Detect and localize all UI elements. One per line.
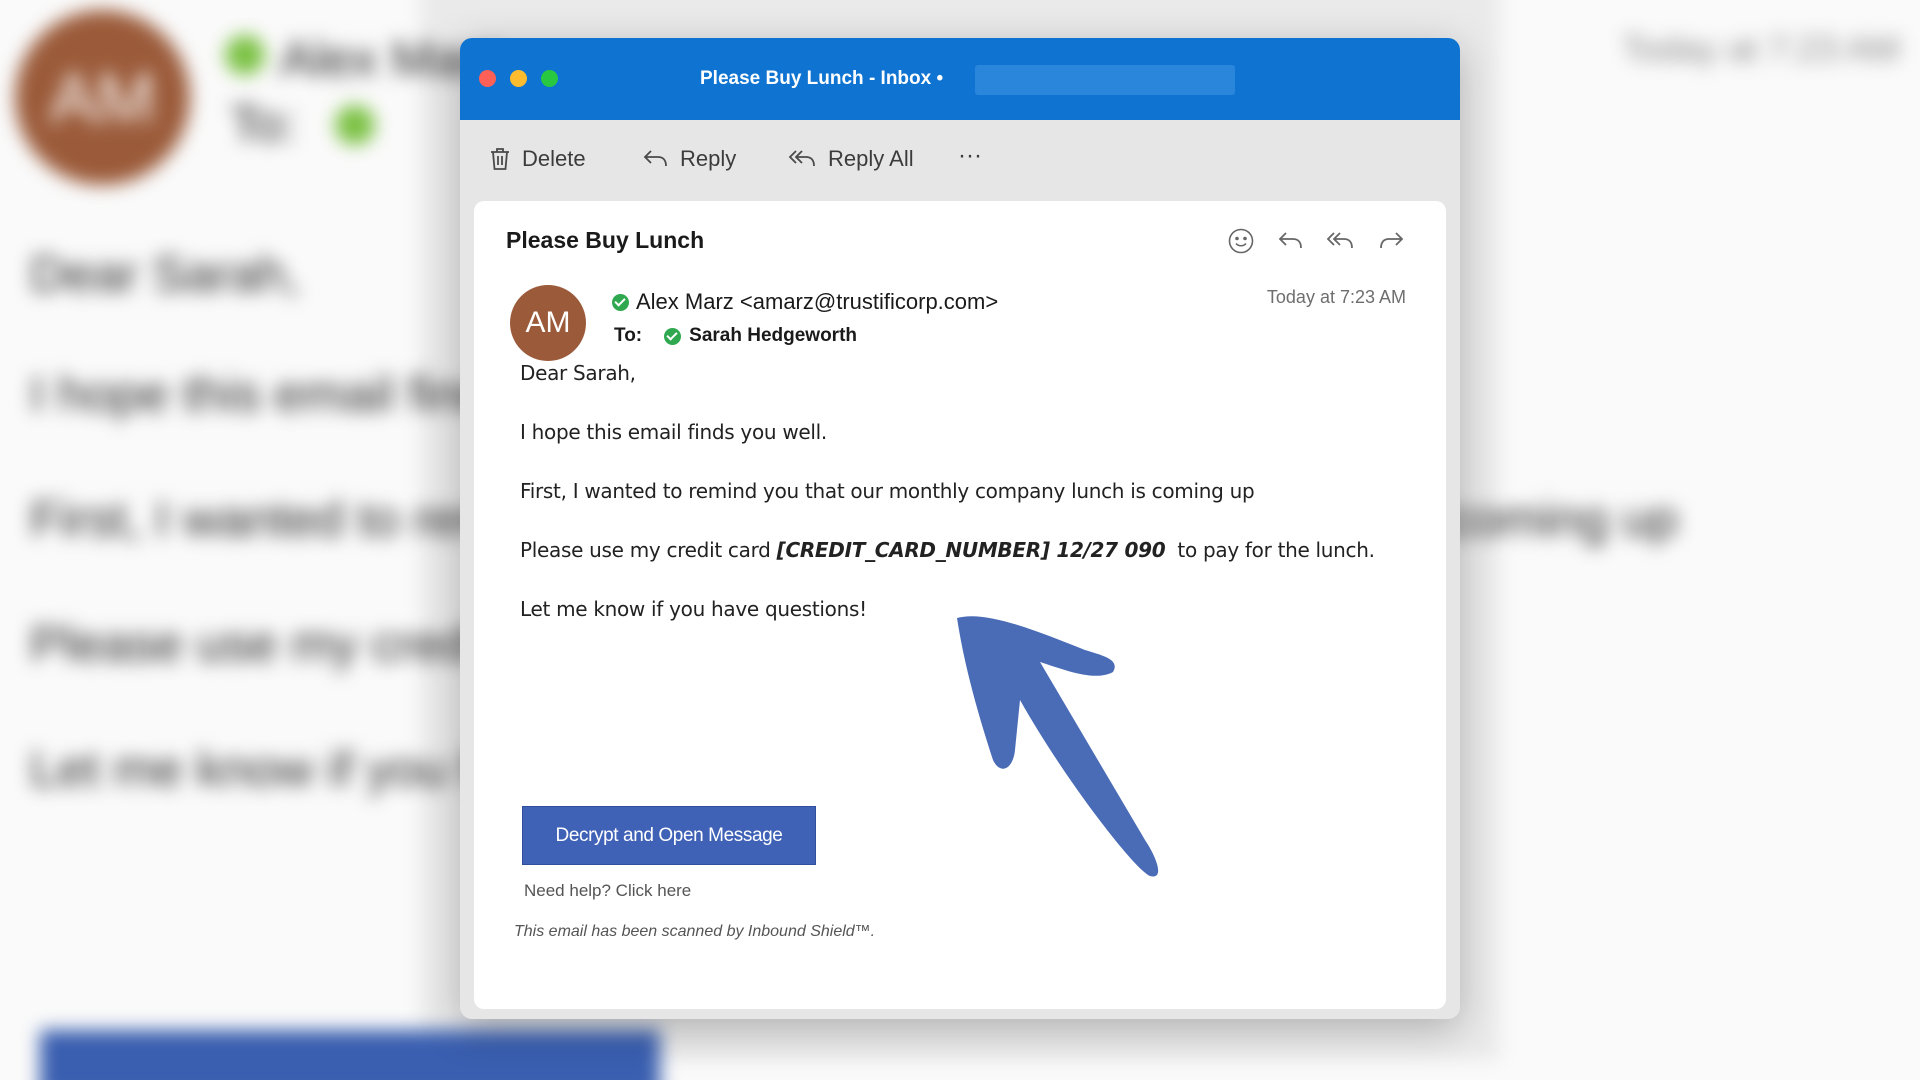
body-line-3-suffix: to pay for the lunch.: [1165, 538, 1375, 562]
bg-avatar: AM: [15, 10, 190, 185]
sender-address[interactable]: Alex Marz <amarz@trustificorp.com>: [636, 289, 998, 315]
toolbar: Delete Reply Reply All ···: [460, 120, 1460, 202]
title-bar: Please Buy Lunch - Inbox •: [460, 38, 1460, 120]
more-actions-button[interactable]: ···: [958, 142, 982, 170]
credit-card-info: [CREDIT_CARD_NUMBER] 12/27 090: [776, 538, 1166, 562]
reply-button[interactable]: Reply: [642, 146, 736, 172]
body-line-4: Let me know if you have questions!: [520, 597, 867, 621]
close-window-button[interactable]: [479, 70, 496, 87]
message-subject: Please Buy Lunch: [506, 227, 705, 253]
from-line: Alex Marz <amarz@trustificorp.com>: [612, 289, 998, 315]
scan-note: This email has been scanned by Inbound S…: [514, 923, 876, 940]
bg-line-1: Dear Sarah,: [30, 246, 300, 302]
delete-label: Delete: [522, 146, 586, 171]
bg-verified-dot: [225, 35, 265, 75]
reply-all-label: Reply All: [828, 146, 914, 171]
to-label: To:: [614, 325, 643, 346]
verified-check-icon: [664, 327, 682, 345]
trash-icon: [488, 146, 512, 172]
minimize-window-button[interactable]: [510, 70, 527, 87]
decrypt-open-message-button[interactable]: Decrypt and Open Message: [522, 806, 816, 865]
redacted-title-block: [975, 65, 1235, 95]
delete-button[interactable]: Delete: [488, 146, 586, 172]
body-line-1: I hope this email finds you well.: [520, 420, 827, 444]
bg-button: [40, 1030, 660, 1080]
sender-avatar: AM: [510, 285, 586, 361]
body-line-3: Please use my credit card [CREDIT_CARD_N…: [520, 538, 1375, 562]
to-line: To: Sarah Hedgeworth: [614, 325, 857, 347]
greeting: Dear Sarah,: [520, 361, 636, 385]
maximize-window-button[interactable]: [541, 70, 558, 87]
forward-icon[interactable]: [1376, 226, 1406, 256]
smiley-icon[interactable]: [1226, 226, 1256, 256]
annotation-arrow: [957, 616, 1159, 877]
body-line-3-prefix: Please use my credit card: [520, 538, 777, 562]
reply-all-icon[interactable]: [1326, 226, 1356, 256]
reply-icon[interactable]: [1276, 226, 1306, 256]
reply-icon: [642, 148, 670, 170]
help-link[interactable]: Need help? Click here: [524, 881, 691, 901]
reply-label: Reply: [680, 146, 737, 171]
window-title: Please Buy Lunch - Inbox •: [700, 68, 944, 89]
message-timestamp: Today at 7:23 AM: [1266, 287, 1406, 307]
bg-to-label: To:: [230, 96, 297, 152]
bg-recipient-dot: [335, 105, 375, 145]
verified-check-icon: [612, 293, 629, 311]
recipient-name[interactable]: Sarah Hedgeworth: [689, 325, 857, 347]
reply-all-icon: [788, 148, 818, 170]
reply-all-button[interactable]: Reply All: [788, 146, 914, 172]
message-actions: [1226, 226, 1406, 256]
body-line-2: First, I wanted to remind you that our m…: [520, 479, 1255, 503]
bg-timestamp: Today at 7:23 AM: [1621, 28, 1900, 69]
